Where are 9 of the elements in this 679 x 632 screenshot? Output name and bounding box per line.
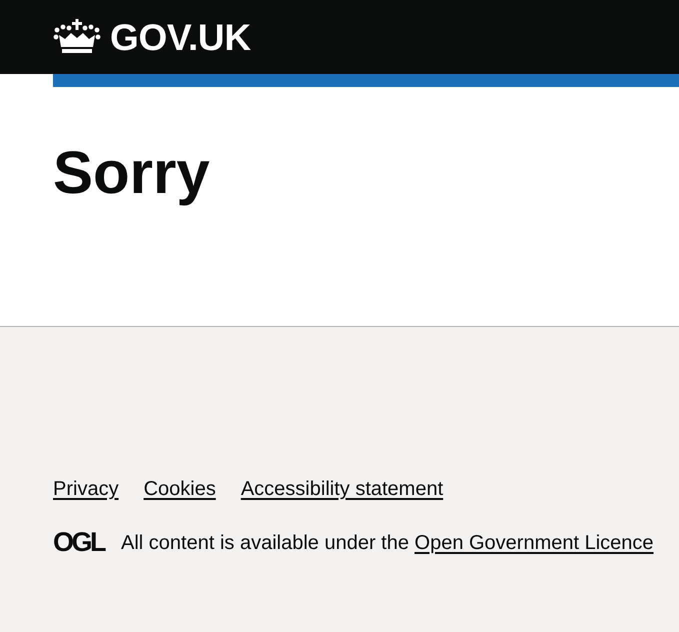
footer-link[interactable]: Accessibility statement [240,477,444,501]
footer-link[interactable]: Cookies [144,477,216,501]
crown-icon [53,19,101,55]
licence-text: All content is available under the Open Government Licence [121,530,654,554]
footer-link[interactable]: Privacy [53,477,119,501]
ogl-logo: OGL [53,529,104,556]
page-heading: Sorry [53,143,210,203]
licence-link[interactable]: Open Government Licence [414,532,654,554]
site-logo-text[interactable]: GOV.UK [110,18,251,56]
